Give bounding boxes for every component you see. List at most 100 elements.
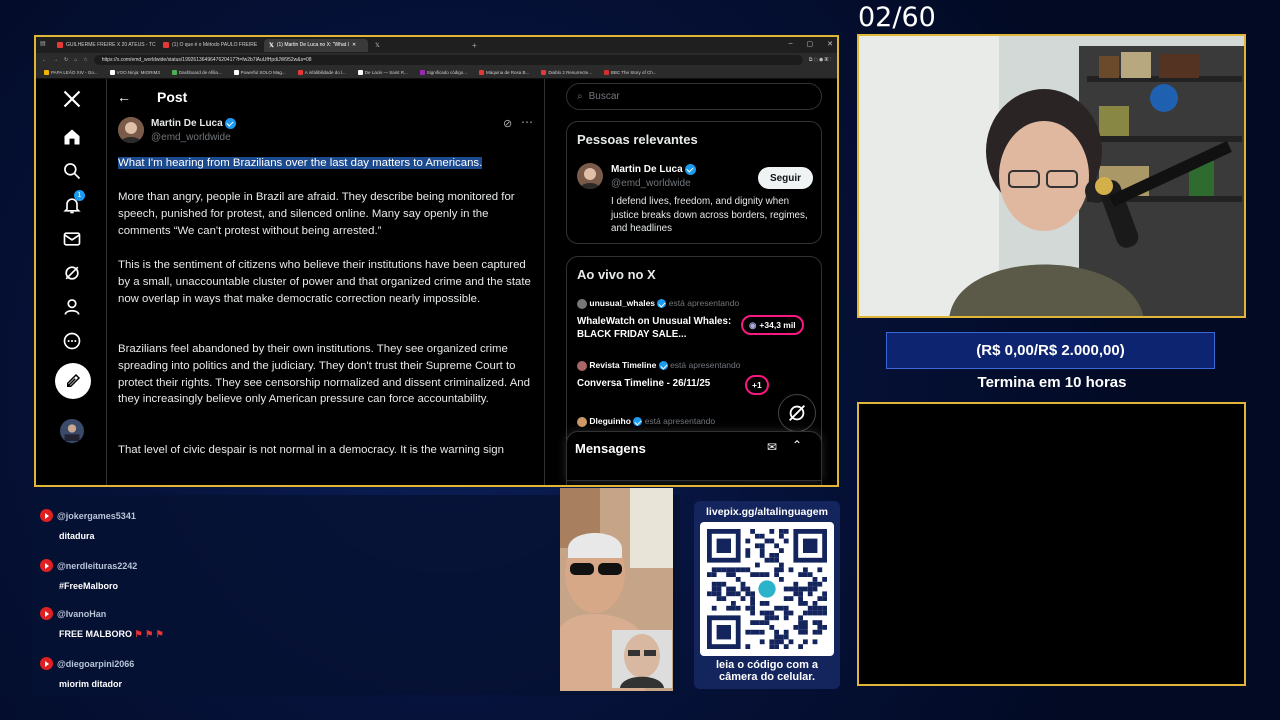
bookmark-favicon-icon — [603, 70, 609, 75]
bookmark-item[interactable]: VOO.Ninja: MIORIM3 — [109, 70, 160, 75]
compose-post-button[interactable] — [55, 363, 91, 399]
livepix-qr-panel: livepix.gg/altalinguagem leia o código c… — [694, 501, 840, 689]
profile-icon[interactable] — [60, 295, 84, 319]
bookmark-item[interactable]: Diablo 2 Resurrecte... — [541, 70, 592, 75]
live-listeners-pill[interactable]: ◉ +34,3 mil — [741, 315, 804, 335]
messages-label: Mensagens — [575, 441, 646, 456]
live-item-host[interactable]: Revista Timeline está apresentando — [577, 360, 740, 371]
verified-badge-icon — [225, 118, 237, 129]
back-arrow-icon[interactable]: ← — [117, 89, 131, 105]
explore-icon[interactable] — [60, 159, 84, 183]
host-name: Dleguinho — [589, 416, 631, 426]
bookmark-favicon-icon — [44, 70, 49, 75]
person-handle: @emd_worldwide — [611, 178, 691, 189]
new-message-icon[interactable]: ✉ — [767, 440, 777, 454]
reload-icon[interactable]: ↻ — [64, 57, 68, 63]
x-logo-icon[interactable] — [60, 87, 84, 111]
chat-message: @nerdleituras2242 #FreeMalboro — [40, 557, 137, 591]
messages-drawer[interactable]: Mensagens ✉ ⌃ — [566, 431, 822, 481]
messages-icon[interactable] — [60, 227, 84, 251]
listener-count: +34,3 mil — [759, 320, 796, 330]
tab-menu-icon[interactable]: ▤ — [40, 40, 50, 50]
bookmark-item[interactable]: A infalibilidade do l... — [297, 70, 346, 75]
search-box[interactable]: ⌕ Buscar — [566, 83, 822, 110]
search-icon: ⌕ — [577, 91, 583, 102]
bookmark-favicon-icon — [541, 70, 547, 75]
video-clip-image — [560, 488, 673, 691]
chat-text-row: FREE MALBORO ⚑ ⚑ ⚑ — [59, 629, 164, 640]
video-clip — [560, 488, 673, 691]
person-name: Martin De Luca — [611, 164, 683, 176]
bookmark-item[interactable]: Dashboard de Afilia... — [171, 70, 222, 75]
verified-badge-icon — [633, 417, 643, 427]
browser-tab[interactable]: (1) O que é o Método PAULO FREIRE — [158, 39, 262, 52]
card-heading: Pessoas relevantes — [577, 132, 698, 147]
bookmark-icon[interactable]: ☆ — [83, 57, 87, 63]
x-page: 1 ← Post Martin De Luca @emd_worldwide ⊘… — [36, 79, 837, 485]
browser-tab[interactable]: 𝕏 — [370, 39, 390, 52]
grok-floating-button[interactable] — [778, 394, 816, 432]
maximize-icon[interactable]: ▢ — [807, 40, 814, 48]
donation-goal-text: (R$ 0,00/R$ 2.000,00) — [976, 342, 1125, 359]
verified-badge-icon — [685, 164, 697, 175]
address-bar: ← → ↻ ⌂ ☆ https://x.com/emd_worldwide/st… — [36, 53, 837, 67]
grok-icon[interactable]: ⊘ — [503, 117, 512, 130]
person-avatar[interactable] — [577, 163, 603, 189]
chat-username: @nerdleituras2242 — [57, 560, 138, 571]
bookmark-item[interactable]: BBC The Story of Ch... — [603, 70, 657, 75]
bookmark-favicon-icon — [233, 70, 239, 75]
author-name-row[interactable]: Martin De Luca — [151, 118, 237, 129]
grok-icon[interactable] — [60, 261, 84, 285]
close-tab-icon[interactable]: ✕ — [352, 42, 356, 48]
bookmark-favicon-icon — [109, 70, 115, 75]
person-name-row[interactable]: Martin De Luca — [611, 164, 697, 176]
chat-message: @jokergames5341 ditadura — [40, 507, 136, 541]
back-icon[interactable]: ← — [42, 57, 47, 63]
url-input[interactable]: https://x.com/emd_worldwide/status/19926… — [93, 55, 803, 65]
verified-badge-icon — [657, 299, 667, 309]
host-avatar — [577, 360, 587, 371]
forward-icon[interactable]: → — [53, 57, 58, 63]
author-handle[interactable]: @emd_worldwide — [151, 132, 231, 143]
live-item-title[interactable]: Conversa Timeline - 26/11/25 — [577, 378, 737, 389]
empty-panel — [857, 402, 1246, 686]
notifications-icon[interactable]: 1 — [60, 190, 85, 217]
post-paragraph: More than angry, people in Brazil are af… — [118, 191, 515, 237]
extensions-icon[interactable]: ⧉ ⬡ ⬢ ▣ ⋮ — [809, 57, 831, 63]
chat-text: ditadura — [59, 531, 95, 541]
close-window-icon[interactable]: ✕ — [827, 40, 833, 48]
expand-icon[interactable]: ⌃ — [792, 438, 802, 452]
new-tab-icon[interactable]: + — [472, 41, 477, 50]
live-listeners-pill[interactable]: +1 — [745, 375, 769, 395]
bookmarks-bar: PAPA LEÃO XIV - Go... VOO.Ninja: MIORIM3 D… — [36, 67, 837, 79]
follow-button[interactable]: Seguir — [758, 167, 813, 189]
x-favicon-icon: 𝕏 — [269, 42, 274, 49]
page-title: Post — [157, 89, 188, 105]
account-avatar[interactable] — [60, 419, 84, 443]
selected-text: What I'm hearing from Brazilians over th… — [118, 157, 483, 169]
live-item-host[interactable]: Dleguinho está apresentando — [577, 416, 715, 427]
bookmark-item[interactable]: PAPA LEÃO XIV - Go... — [44, 70, 98, 75]
author-avatar[interactable] — [118, 117, 144, 143]
bookmark-item[interactable]: De Lacis — Saint R... — [357, 70, 408, 75]
tab-bar: ▤ GUILHERME FREIRE X 20 ATEUS - TC (1) O… — [36, 37, 837, 53]
bookmark-item[interactable]: Powerful SOLO Mag... — [233, 70, 286, 75]
youtube-icon — [40, 657, 53, 671]
bookmark-label: De Lacis — Saint R... — [364, 70, 408, 75]
more-icon[interactable] — [60, 329, 84, 353]
browser-tab-active[interactable]: 𝕏 (1) Martin De Luca no X: "What I ✕ — [264, 38, 368, 52]
qr-code[interactable] — [700, 522, 834, 656]
live-item-title[interactable]: WhaleWatch on Unusual Whales: BLACK FRID… — [577, 315, 737, 341]
live-item-host[interactable]: unusual_whales está apresentando — [577, 298, 739, 309]
bookmark-favicon-icon — [171, 70, 177, 75]
host-avatar — [577, 416, 587, 427]
bookmark-label: Diablo 2 Resurrecte... — [548, 70, 592, 75]
bookmark-item[interactable]: Máquina de Rosa B... — [479, 70, 529, 75]
bookmark-label: A infalibilidade do l... — [304, 70, 346, 75]
minimize-icon[interactable]: – — [789, 40, 793, 48]
home-icon[interactable]: ⌂ — [74, 57, 77, 63]
bookmark-item[interactable]: Significado código... — [419, 70, 467, 75]
browser-tab[interactable]: GUILHERME FREIRE X 20 ATEUS - TC — [52, 39, 156, 52]
more-options-icon[interactable]: ⋯ — [521, 115, 533, 129]
home-icon[interactable] — [60, 125, 84, 149]
